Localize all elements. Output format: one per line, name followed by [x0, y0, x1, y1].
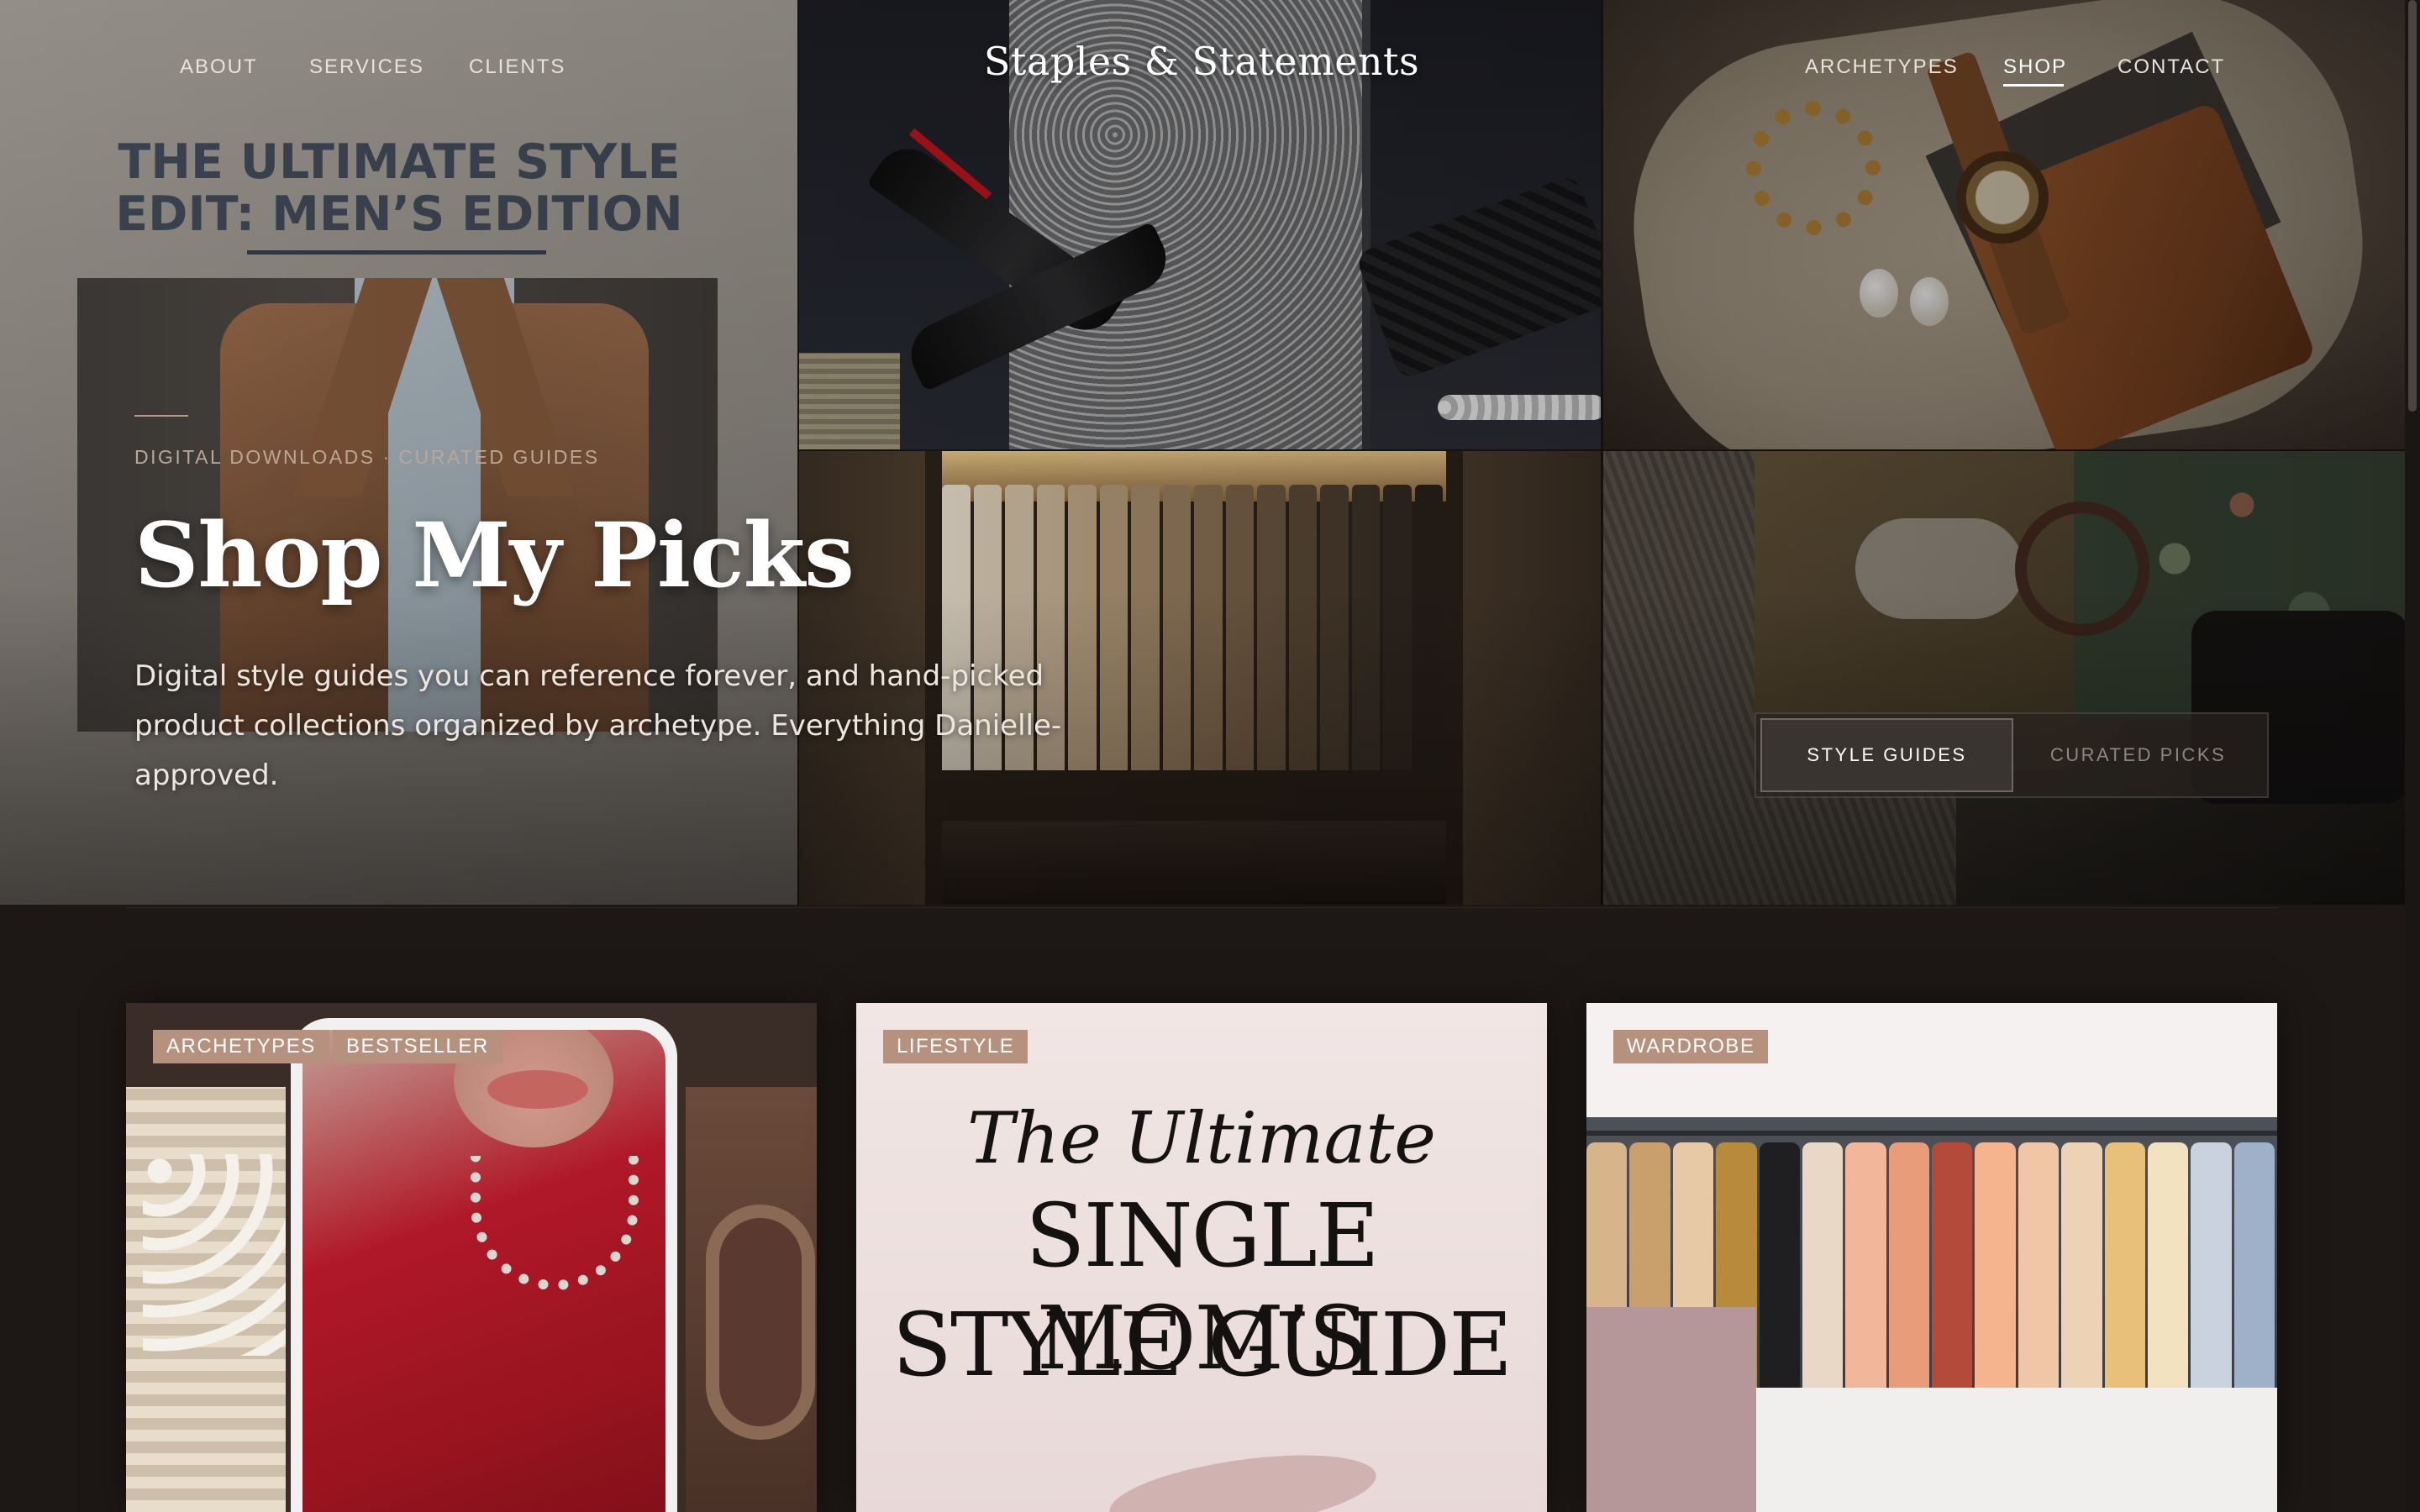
product-card-wardrobe[interactable]: WARDROBE	[1586, 1003, 2277, 1512]
guide-cover-rule	[247, 250, 546, 255]
nav-shop-link[interactable]: SHOP	[2003, 55, 2067, 79]
badge-bestseller: BESTSELLER	[333, 1030, 502, 1063]
product-card-archetypes[interactable]: ARCHETYPES BESTSELLER	[126, 1003, 817, 1512]
brand-logo[interactable]: Staples & Statements	[924, 39, 1479, 84]
hero-eyebrow: DIGITAL DOWNLOADS · CURATED GUIDES	[134, 446, 600, 468]
hero-description: Digital style guides you can reference f…	[134, 659, 1062, 792]
badge-wardrobe: WARDROBE	[1613, 1030, 1769, 1063]
nav-about-link[interactable]: ABOUT	[180, 55, 258, 79]
curated-picks-tab[interactable]: CURATED PICKS	[2013, 718, 2263, 792]
nav-active-underline	[2003, 84, 2064, 87]
nav-archetypes-link[interactable]: ARCHETYPES	[1805, 55, 1959, 79]
hero-image-fur-leather	[1603, 451, 2405, 905]
product-card-lifestyle[interactable]: The Ultimate SINGLE MOM’S STYLE GUIDE LI…	[856, 1003, 1547, 1512]
hero-accent-rule	[134, 415, 188, 417]
shop-view-toggle: STYLE GUIDES CURATED PICKS	[1754, 712, 2269, 798]
badge-archetypes: ARCHETYPES	[153, 1030, 329, 1063]
cover-script-title: The Ultimate	[966, 1097, 1437, 1179]
card-image-phone-mockup	[291, 1018, 677, 1512]
scrollbar-thumb[interactable]	[2408, 0, 2417, 412]
section-divider	[126, 907, 2277, 908]
cover-title-line-2: STYLE GUIDE	[892, 1294, 1512, 1396]
cover-brush-stroke	[1104, 1441, 1381, 1512]
guide-cover-title: THE ULTIMATE STYLE EDIT: MEN’S EDITION	[115, 134, 683, 242]
nav-services-link[interactable]: SERVICES	[309, 55, 424, 79]
nav-clients-link[interactable]: CLIENTS	[469, 55, 566, 79]
nav-contact-link[interactable]: CONTACT	[2118, 55, 2225, 79]
page-title: Shop My Picks	[134, 502, 855, 607]
style-guides-tab[interactable]: STYLE GUIDES	[1760, 718, 2013, 792]
badge-lifestyle: LIFESTYLE	[883, 1030, 1028, 1063]
